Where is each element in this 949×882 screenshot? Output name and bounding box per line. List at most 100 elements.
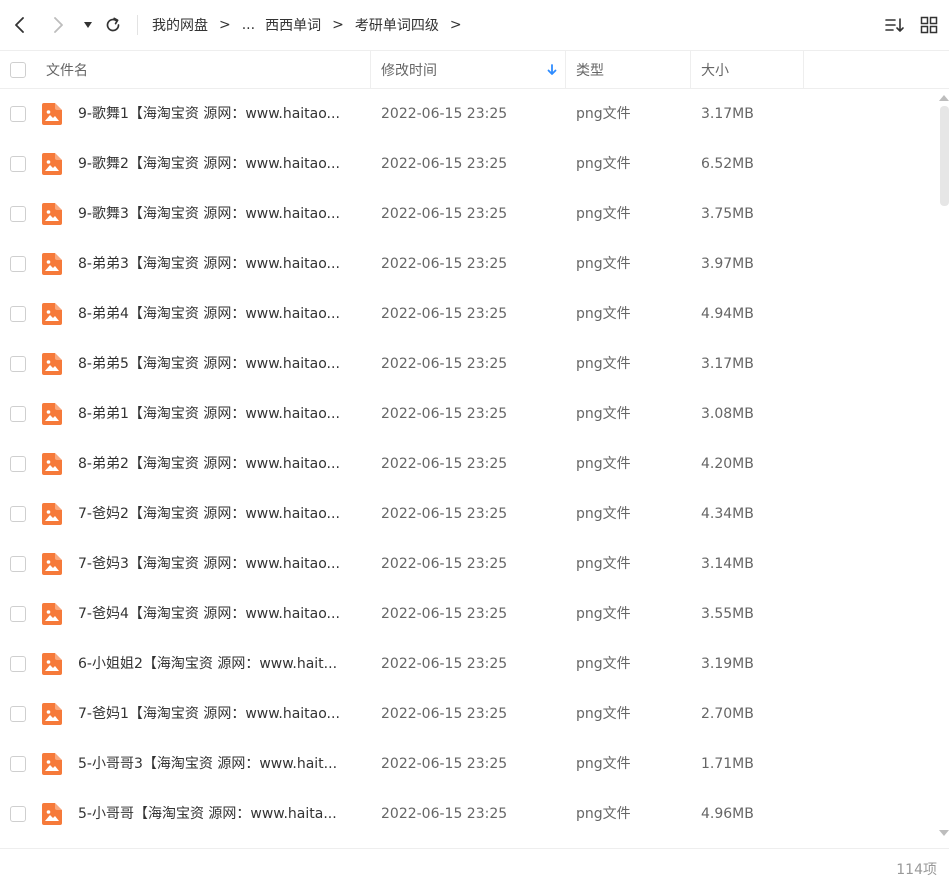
- header-name[interactable]: 文件名: [46, 51, 371, 89]
- caret-down-icon: [84, 22, 92, 28]
- file-type: png文件: [576, 156, 631, 172]
- file-row[interactable]: 5-小哥哥3【海淘宝资 源网：www.hait... 2022-06-15 23:…: [0, 739, 940, 789]
- file-name[interactable]: 7-爸妈2【海淘宝资 源网：www.haitao...: [78, 489, 362, 539]
- row-checkbox[interactable]: [10, 656, 26, 672]
- sort-button[interactable]: [884, 14, 906, 36]
- row-checkbox[interactable]: [10, 406, 26, 422]
- file-type: png文件: [576, 606, 631, 622]
- grid-view-button[interactable]: [918, 14, 940, 36]
- back-button[interactable]: [8, 13, 32, 37]
- file-name[interactable]: 7-爸妈4【海淘宝资 源网：www.haitao...: [78, 589, 362, 639]
- header-type[interactable]: 类型: [576, 51, 691, 89]
- row-checkbox[interactable]: [10, 156, 26, 172]
- row-checkbox[interactable]: [10, 256, 26, 272]
- history-dropdown-button[interactable]: [76, 13, 100, 37]
- file-size: 6.52MB: [701, 156, 754, 172]
- row-checkbox[interactable]: [10, 706, 26, 722]
- row-checkbox[interactable]: [10, 106, 26, 122]
- scrollbar-track[interactable]: [940, 106, 949, 826]
- chevron-right-icon: [54, 17, 63, 33]
- file-size: 3.08MB: [701, 406, 754, 422]
- file-row[interactable]: 7-爸妈1【海淘宝资 源网：www.haitao... 2022-06-15 23…: [0, 689, 940, 739]
- file-list: 9-歌舞1【海淘宝资 源网：www.haitao... 2022-06-15 23…: [0, 89, 940, 847]
- file-type: png文件: [576, 756, 631, 772]
- breadcrumb-item-root[interactable]: 我的网盘: [152, 15, 208, 35]
- header-time[interactable]: 修改时间: [381, 51, 566, 89]
- file-name[interactable]: 8-弟弟3【海淘宝资 源网：www.haitao...: [78, 239, 362, 289]
- file-name[interactable]: 8-弟弟4【海淘宝资 源网：www.haitao...: [78, 289, 362, 339]
- file-name[interactable]: 8-弟弟2【海淘宝资 源网：www.haitao...: [78, 439, 362, 489]
- file-name[interactable]: 5-小哥哥3【海淘宝资 源网：www.hait...: [78, 739, 362, 789]
- scroll-down-arrow-icon[interactable]: [939, 830, 949, 836]
- breadcrumb-separator: >: [219, 17, 231, 33]
- file-type: png文件: [576, 106, 631, 122]
- header-size[interactable]: 大小: [701, 51, 804, 89]
- file-name[interactable]: 7-爸妈3【海淘宝资 源网：www.haitao...: [78, 539, 362, 589]
- image-file-icon: [42, 253, 62, 275]
- file-size: 3.19MB: [701, 656, 754, 672]
- file-row[interactable]: 7-爸妈4【海淘宝资 源网：www.haitao... 2022-06-15 23…: [0, 589, 940, 639]
- file-size: 3.75MB: [701, 206, 754, 222]
- file-size: 3.17MB: [701, 356, 754, 372]
- scroll-up-arrow-icon[interactable]: [939, 95, 949, 101]
- file-type: png文件: [576, 356, 631, 372]
- file-row[interactable]: 8-弟弟5【海淘宝资 源网：www.haitao... 2022-06-15 23…: [0, 339, 940, 389]
- row-checkbox[interactable]: [10, 306, 26, 322]
- file-type: png文件: [576, 556, 631, 572]
- file-name[interactable]: 9-歌舞1【海淘宝资 源网：www.haitao...: [78, 89, 362, 139]
- file-modified-time: 2022-06-15 23:25: [381, 106, 508, 122]
- file-row[interactable]: 9-歌舞1【海淘宝资 源网：www.haitao... 2022-06-15 23…: [0, 89, 940, 139]
- select-all-checkbox[interactable]: [10, 62, 26, 78]
- row-checkbox[interactable]: [10, 556, 26, 572]
- breadcrumb-item-xixi[interactable]: 西西单词: [265, 15, 321, 35]
- file-row[interactable]: 9-歌舞2【海淘宝资 源网：www.haitao... 2022-06-15 23…: [0, 139, 940, 189]
- breadcrumb-item-current[interactable]: 考研单词四级: [355, 15, 439, 35]
- row-checkbox[interactable]: [10, 356, 26, 372]
- row-checkbox[interactable]: [10, 506, 26, 522]
- header-time-label: 修改时间: [381, 63, 437, 79]
- file-name[interactable]: 7-爸妈1【海淘宝资 源网：www.haitao...: [78, 689, 362, 739]
- row-checkbox[interactable]: [10, 206, 26, 222]
- file-name[interactable]: 6-小姐姐2【海淘宝资 源网：www.hait...: [78, 639, 362, 689]
- file-modified-time: 2022-06-15 23:25: [381, 256, 508, 272]
- file-row[interactable]: 8-弟弟3【海淘宝资 源网：www.haitao... 2022-06-15 23…: [0, 239, 940, 289]
- file-name[interactable]: 9-歌舞3【海淘宝资 源网：www.haitao...: [78, 189, 362, 239]
- row-checkbox[interactable]: [10, 606, 26, 622]
- refresh-button[interactable]: [101, 13, 125, 37]
- file-name[interactable]: 8-弟弟1【海淘宝资 源网：www.haitao...: [78, 389, 362, 439]
- file-modified-time: 2022-06-15 23:25: [381, 656, 508, 672]
- file-name[interactable]: 5-小哥哥【海淘宝资 源网：www.haita...: [78, 789, 362, 839]
- image-file-icon: [42, 503, 62, 525]
- file-row[interactable]: 8-弟弟1【海淘宝资 源网：www.haitao... 2022-06-15 23…: [0, 389, 940, 439]
- image-file-icon: [42, 303, 62, 325]
- file-modified-time: 2022-06-15 23:25: [381, 706, 508, 722]
- file-row[interactable]: 5-小哥哥【海淘宝资 源网：www.haita... 2022-06-15 23:…: [0, 789, 940, 839]
- file-type: png文件: [576, 506, 631, 522]
- header-type-label: 类型: [576, 63, 604, 79]
- row-checkbox[interactable]: [10, 456, 26, 472]
- image-file-icon: [42, 703, 62, 725]
- breadcrumb-separator: >: [332, 17, 344, 33]
- image-file-icon: [42, 653, 62, 675]
- file-name[interactable]: 9-歌舞2【海淘宝资 源网：www.haitao...: [78, 139, 362, 189]
- image-file-icon: [42, 453, 62, 475]
- file-name[interactable]: 8-弟弟5【海淘宝资 源网：www.haitao...: [78, 339, 362, 389]
- file-row[interactable]: 9-歌舞3【海淘宝资 源网：www.haitao... 2022-06-15 23…: [0, 189, 940, 239]
- file-row[interactable]: 7-爸妈2【海淘宝资 源网：www.haitao... 2022-06-15 23…: [0, 489, 940, 539]
- image-file-icon: [42, 353, 62, 375]
- file-row[interactable]: 8-弟弟4【海淘宝资 源网：www.haitao... 2022-06-15 23…: [0, 289, 940, 339]
- file-row[interactable]: 7-爸妈3【海淘宝资 源网：www.haitao... 2022-06-15 23…: [0, 539, 940, 589]
- scrollbar-thumb[interactable]: [940, 106, 949, 206]
- file-row[interactable]: 6-小姐姐2【海淘宝资 源网：www.hait... 2022-06-15 23:…: [0, 639, 940, 689]
- image-file-icon: [42, 103, 62, 125]
- image-file-icon: [42, 203, 62, 225]
- file-type: png文件: [576, 256, 631, 272]
- row-checkbox[interactable]: [10, 756, 26, 772]
- row-checkbox[interactable]: [10, 806, 26, 822]
- file-type: png文件: [576, 406, 631, 422]
- file-modified-time: 2022-06-15 23:25: [381, 806, 508, 822]
- breadcrumb-item-ellipsis[interactable]: ...: [242, 17, 255, 33]
- file-row[interactable]: 8-弟弟2【海淘宝资 源网：www.haitao... 2022-06-15 23…: [0, 439, 940, 489]
- toolbar: 我的网盘 > ... 西西单词 > 考研单词四级 >: [0, 0, 949, 50]
- forward-button[interactable]: [46, 13, 70, 37]
